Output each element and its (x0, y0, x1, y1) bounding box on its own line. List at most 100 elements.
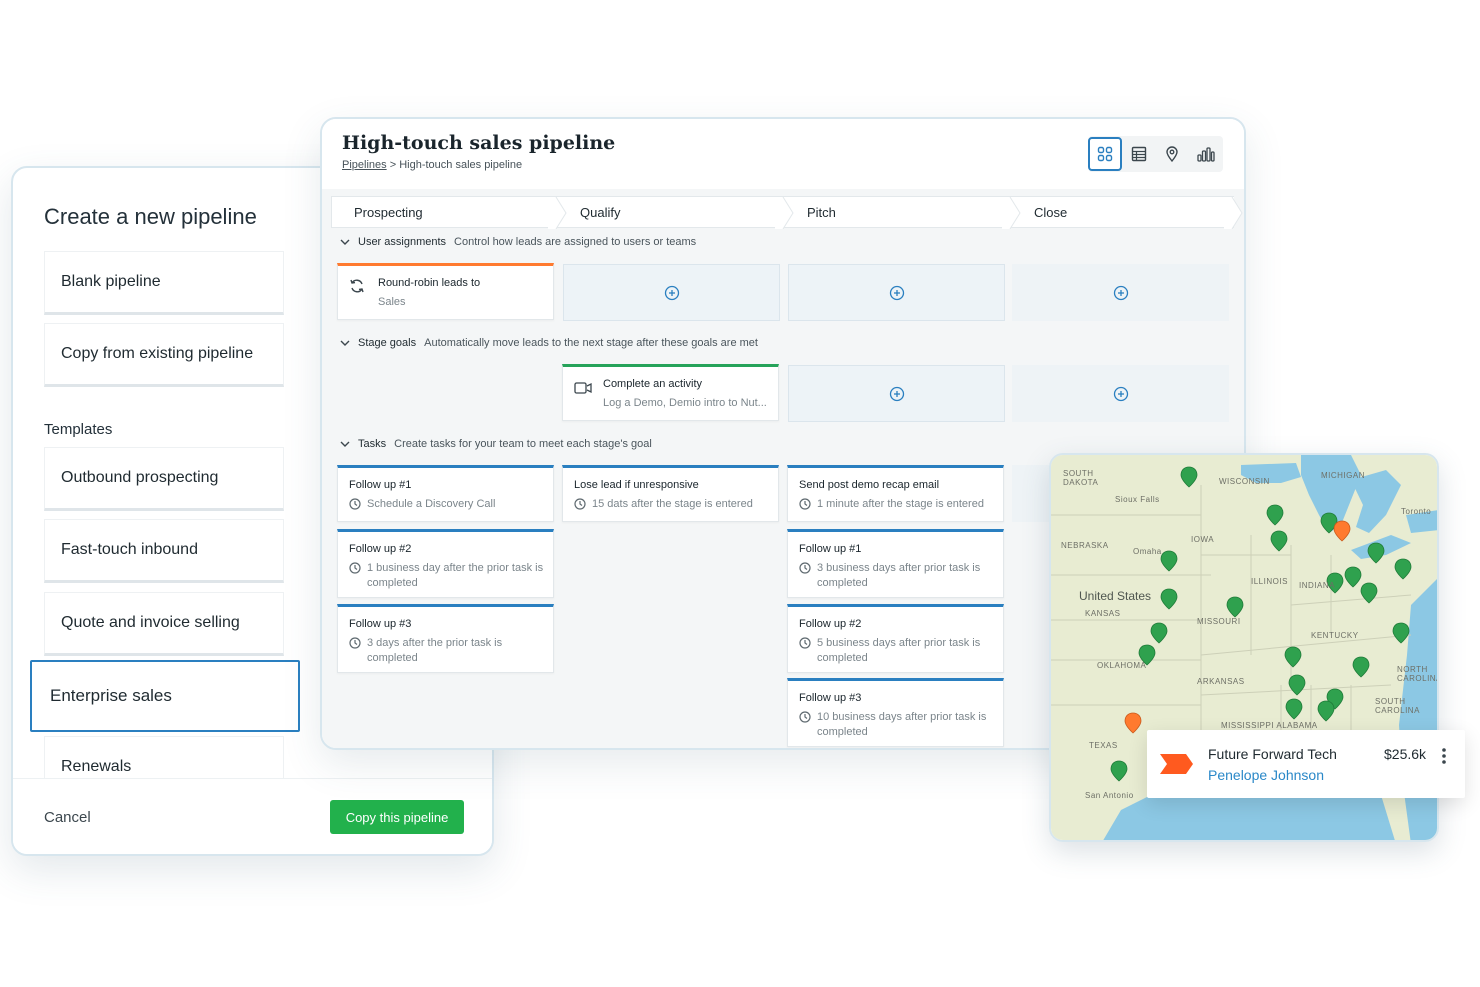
page-title: High-touch sales pipeline (342, 132, 616, 154)
grid-view-icon[interactable] (1088, 137, 1122, 171)
chevron-down-icon (340, 340, 350, 346)
cancel-button[interactable]: Cancel (44, 809, 91, 826)
deal-flag-icon (1160, 754, 1193, 774)
card-title: Follow up #3 (349, 618, 412, 630)
task-card[interactable]: Follow up #1 3 business days after prior… (787, 529, 1004, 598)
section-description: Automatically move leads to the next sta… (424, 337, 758, 349)
card-subtitle: 15 dats after the stage is entered (592, 498, 753, 510)
create-panel-footer: Cancel Copy this pipeline (13, 778, 492, 854)
stage-close[interactable]: Close (1012, 196, 1243, 229)
map-label-missouri: MISSOURI (1197, 617, 1241, 626)
assignment-card[interactable]: Round-robin leads to Sales (337, 263, 554, 320)
section-name: Tasks (358, 438, 387, 450)
map-label-north-carolina: NORTH CAROLINA (1397, 665, 1439, 683)
deal-owner-link[interactable]: Penelope Johnson (1208, 767, 1324, 783)
stage-qualify[interactable]: Qualify (558, 196, 794, 229)
clock-icon (349, 562, 361, 574)
task-card[interactable]: Follow up #3 3 days after the prior task… (337, 604, 554, 673)
clock-icon (799, 711, 811, 723)
add-assignment-qualify[interactable] (563, 264, 780, 321)
card-subtitle: 10 business days after prior task is com… (817, 711, 987, 738)
map-label-arkansas: ARKANSAS (1197, 677, 1245, 686)
stage-pitch[interactable]: Pitch (785, 196, 1021, 229)
map-label-illinois: ILLINOIS (1251, 577, 1288, 586)
add-assignment-pitch[interactable] (788, 264, 1005, 321)
section-name: User assignments (358, 236, 447, 248)
map-label-south-dakota: SOUTH DAKOTA (1063, 469, 1099, 487)
add-goal-pitch[interactable] (788, 365, 1005, 422)
section-description: Create tasks for your team to meet each … (394, 438, 652, 450)
stage-prospecting[interactable]: Prospecting (331, 196, 567, 229)
task-card[interactable]: Follow up #3 10 business days after prio… (787, 678, 1004, 747)
breadcrumb-separator: > (389, 159, 397, 171)
table-view-icon[interactable] (1122, 137, 1156, 171)
clock-icon (349, 637, 361, 649)
add-circle-icon (1113, 386, 1128, 401)
map-label-oklahoma: OKLAHOMA (1097, 661, 1147, 670)
card-title: Follow up #1 (349, 479, 412, 491)
section-tasks[interactable]: Tasks Create tasks for your team to meet… (340, 438, 652, 450)
template-enterprise-sales[interactable]: Enterprise sales (30, 660, 300, 732)
add-assignment-close[interactable] (1012, 264, 1229, 321)
map-label-omaha: Omaha (1133, 547, 1162, 556)
section-name: Stage goals (358, 337, 417, 349)
section-user-assignments[interactable]: User assignments Control how leads are a… (340, 236, 696, 248)
add-circle-icon (1113, 285, 1128, 300)
card-subtitle: 3 business days after prior task is comp… (817, 562, 981, 589)
card-subtitle: 5 business days after prior task is comp… (817, 637, 981, 664)
card-title: Follow up #2 (349, 543, 412, 555)
deal-amount: $25.6k (1384, 746, 1427, 762)
template-outbound-prospecting[interactable]: Outbound prospecting (44, 447, 284, 511)
refresh-icon (350, 279, 364, 293)
task-card[interactable]: Follow up #2 5 business days after prior… (787, 604, 1004, 673)
card-title: Lose lead if unresponsive (574, 479, 699, 491)
clock-icon (349, 498, 361, 510)
map-label-toronto: Toronto (1401, 507, 1432, 516)
pipeline-header: High-touch sales pipeline Pipelines > Hi… (322, 119, 1244, 189)
copy-pipeline-button[interactable]: Copy this pipeline (330, 800, 464, 834)
stage-label: Prospecting (354, 204, 423, 220)
map-label-sioux-falls: Sioux Falls (1115, 495, 1160, 504)
map-label-nebraska: NEBRASKA (1061, 541, 1109, 550)
clock-icon (574, 498, 586, 510)
goal-card[interactable]: Complete an activity Log a Demo, Demio i… (562, 364, 779, 421)
map-label-iowa: IOWA (1191, 535, 1215, 544)
task-card[interactable]: Send post demo recap email 1 minute afte… (787, 465, 1004, 522)
breadcrumb-current: High-touch sales pipeline (399, 159, 523, 171)
card-subtitle: 1 business day after the prior task is c… (367, 562, 544, 589)
create-pipeline-title: Create a new pipeline (44, 204, 257, 229)
map-label-san-antonio: San Antonio (1085, 791, 1134, 800)
chart-view-icon[interactable] (1189, 137, 1223, 171)
card-subtitle: 3 days after the prior task is completed (367, 637, 503, 664)
template-quote-and-invoice[interactable]: Quote and invoice selling (44, 592, 284, 656)
copy-existing-pipeline-option[interactable]: Copy from existing pipeline (44, 323, 284, 387)
card-title: Follow up #2 (799, 618, 862, 630)
map-view-icon[interactable] (1156, 137, 1190, 171)
more-options-icon[interactable] (1441, 747, 1447, 765)
task-card[interactable]: Follow up #2 1 business day after the pr… (337, 529, 554, 598)
clock-icon (799, 562, 811, 574)
map-label-united-states: United States (1079, 589, 1152, 603)
breadcrumb-pipelines-link[interactable]: Pipelines (342, 159, 387, 171)
deal-card[interactable]: Future Forward Tech Penelope Johnson $25… (1147, 730, 1465, 798)
add-circle-icon (889, 386, 904, 401)
card-subtitle: 1 minute after the stage is entered (817, 498, 984, 510)
section-stage-goals[interactable]: Stage goals Automatically move leads to … (340, 337, 758, 349)
chevron-down-icon (340, 441, 350, 447)
task-card[interactable]: Follow up #1 Schedule a Discovery Call (337, 465, 554, 522)
map-label-kentucky: KENTUCKY (1311, 631, 1359, 640)
card-title: Complete an activity (603, 378, 703, 390)
task-card[interactable]: Lose lead if unresponsive 15 dats after … (562, 465, 779, 522)
map-label-wisconsin: WISCONSIN (1219, 477, 1270, 486)
map-label-texas: TEXAS (1089, 741, 1118, 750)
breadcrumb: Pipelines > High-touch sales pipeline (342, 159, 522, 171)
view-switcher (1088, 136, 1223, 172)
stage-label: Qualify (580, 204, 621, 220)
card-subtitle: Sales (378, 296, 406, 308)
map-label-mississippi-alabama: MISSISSIPPI ALABAMA (1221, 721, 1318, 730)
stage-label: Pitch (807, 204, 836, 220)
blank-pipeline-option[interactable]: Blank pipeline (44, 251, 284, 315)
template-fast-touch-inbound[interactable]: Fast-touch inbound (44, 519, 284, 583)
map-label-indiana: INDIANA (1299, 581, 1335, 590)
add-goal-close[interactable] (1012, 365, 1229, 422)
